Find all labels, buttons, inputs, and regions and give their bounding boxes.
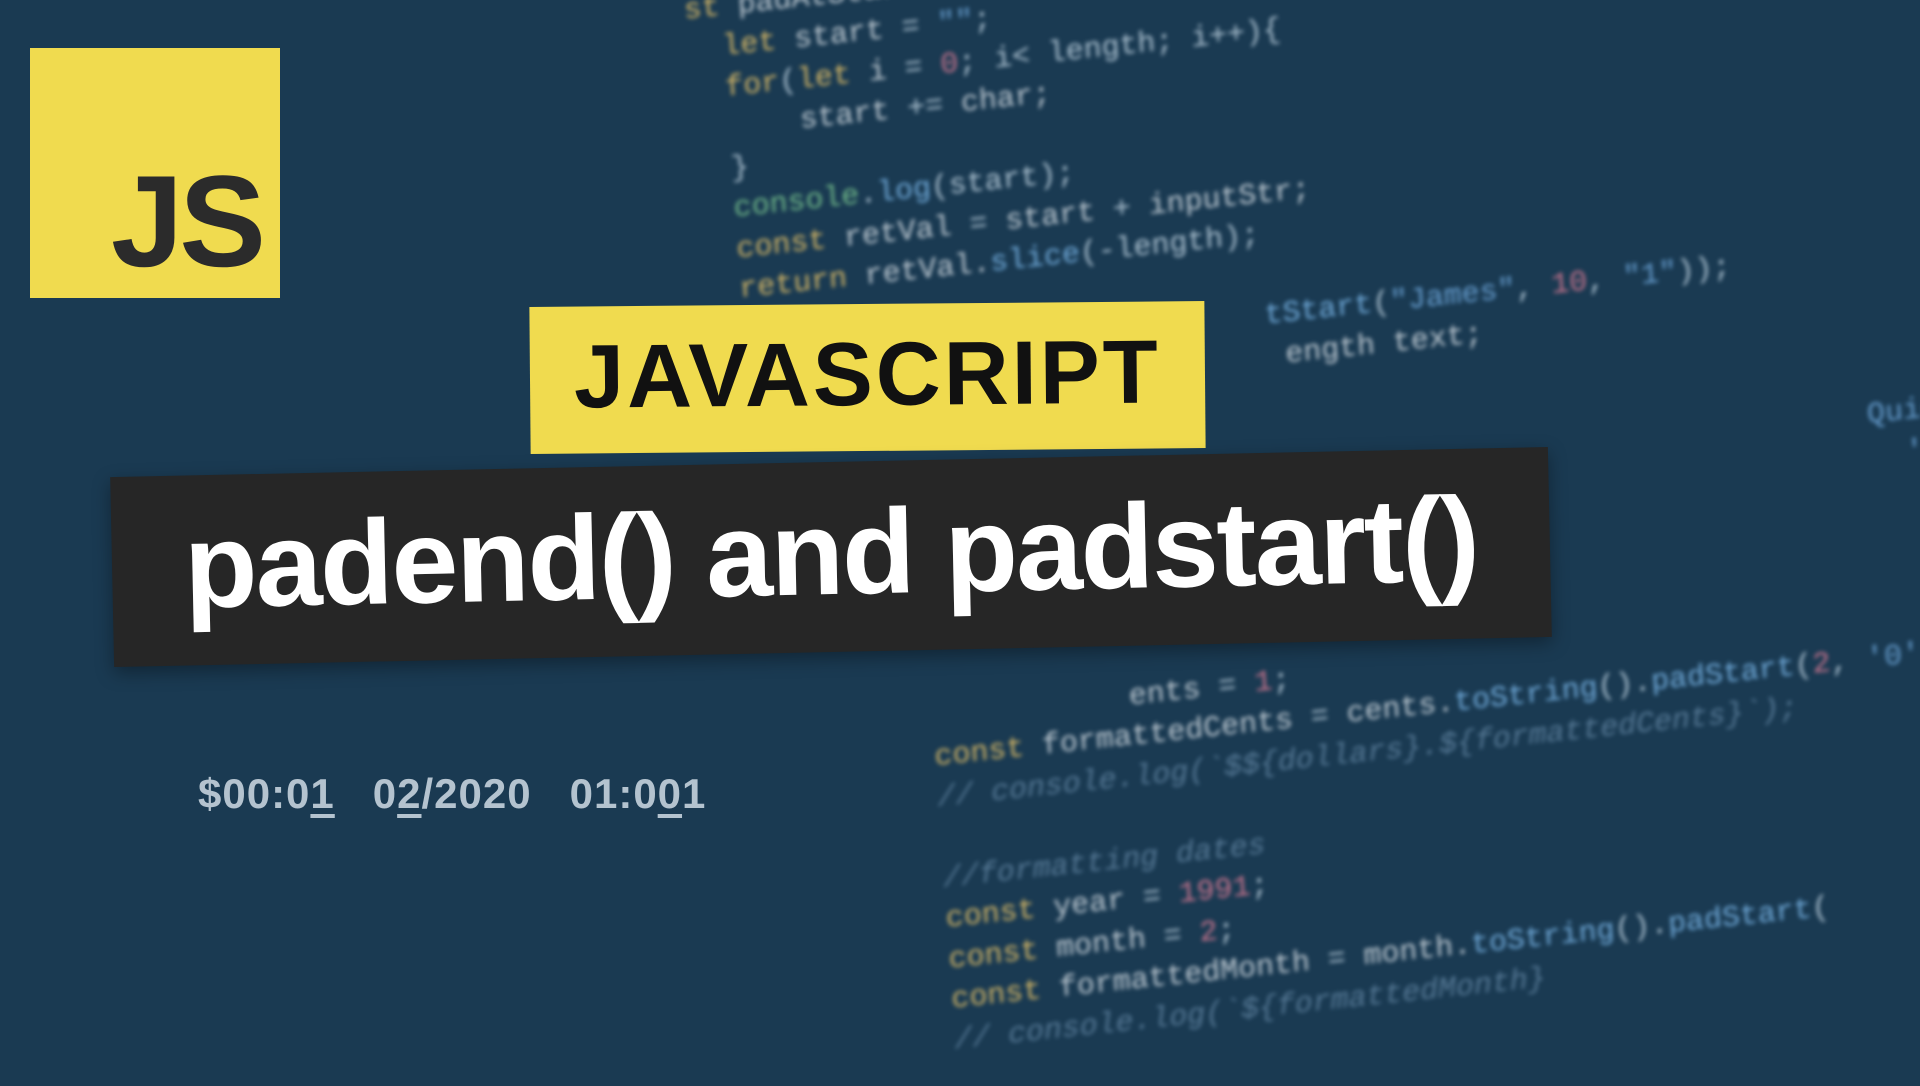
title-badge: JAVASCRIPT	[529, 301, 1205, 454]
examples-row: $00:01 02/2020 01:001	[198, 770, 706, 818]
subtitle-text: padend() and padstart()	[183, 472, 1480, 633]
example-2: 02/2020	[373, 770, 532, 818]
subtitle-bar: padend() and padstart()	[110, 447, 1552, 667]
js-logo-text: JS	[111, 156, 262, 286]
example-1: $00:01	[198, 770, 335, 818]
js-logo: JS	[30, 48, 280, 298]
title-text: JAVASCRIPT	[574, 322, 1162, 427]
example-3: 01:001	[570, 770, 707, 818]
